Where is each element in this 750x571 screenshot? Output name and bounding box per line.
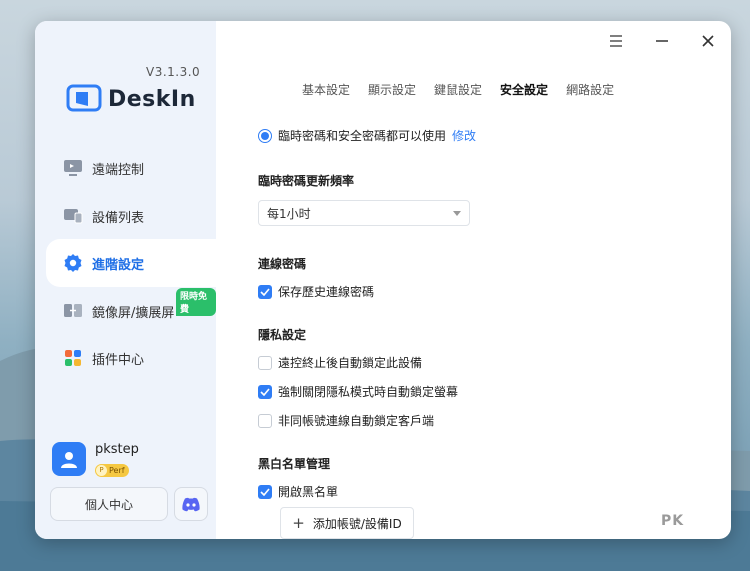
perf-badge-letter: P: [96, 464, 107, 476]
discord-button[interactable]: [174, 487, 208, 521]
lock-screen-on-privacy-off-option[interactable]: 強制關閉隱私模式時自動鎖定螢幕: [258, 383, 458, 400]
lock-device-after-remote-option[interactable]: 遠控終止後自動鎖定此設備: [258, 354, 422, 371]
app-name: DeskIn: [108, 86, 196, 112]
privacy-settings-title: 隱私設定: [258, 328, 307, 342]
username: pkstep: [95, 442, 139, 457]
perf-badge-label: Perf: [109, 465, 125, 475]
save-history-password-label: 保存歷史連線密碼: [278, 285, 375, 299]
save-history-password-option[interactable]: 保存歷史連線密碼: [258, 283, 374, 300]
sidebar-item-plugin-center[interactable]: 插件中心: [46, 334, 216, 382]
user-profile[interactable]: pkstep P Perf: [52, 442, 139, 477]
sidebar-item-remote-control[interactable]: 遠端控制: [46, 144, 216, 192]
privacy-option-label: 遠控終止後自動鎖定此設備: [278, 356, 423, 370]
remote-control-icon: [63, 158, 83, 178]
settings-tabs: 基本設定 顯示設定 鍵鼠設定 安全設定 網路設定: [302, 81, 632, 98]
menu-button[interactable]: [593, 29, 639, 53]
privacy-option-label: 強制關閉隱私模式時自動鎖定螢幕: [278, 385, 459, 399]
password-mode-radio[interactable]: [258, 128, 272, 143]
plugin-icon: [63, 348, 83, 368]
avatar[interactable]: [52, 442, 86, 477]
checkmark-icon: [260, 287, 270, 296]
password-mode-option[interactable]: 臨時密碼和安全密碼都可以使用 修改: [258, 127, 476, 144]
tab-security[interactable]: 安全設定: [500, 81, 548, 98]
enable-blacklist-option[interactable]: 開啟黑名單: [258, 483, 338, 500]
sidebar-item-device-list[interactable]: 設備列表: [46, 192, 216, 240]
chevron-down-icon: [453, 211, 461, 216]
privacy-option-label: 非同帳號連線自動鎖定客戶端: [278, 414, 435, 428]
tab-network[interactable]: 網路設定: [566, 81, 614, 98]
app-window: V3.1.3.0 DeskIn 遠端控制 設備列表 進階設定 鏡像屏/擴展屏 限…: [35, 21, 731, 539]
temp-password-refresh-value: 每1小时: [267, 206, 311, 221]
checkmark-icon: [260, 487, 270, 496]
menu-icon: [610, 35, 622, 47]
password-mode-label: 臨時密碼和安全密碼都可以使用: [278, 129, 447, 143]
temp-password-refresh-select[interactable]: 每1小时: [258, 200, 470, 226]
user-center-button[interactable]: 個人中心: [50, 487, 168, 521]
add-account-device-button[interactable]: + 添加帳號/設備ID: [280, 507, 414, 539]
tab-basic[interactable]: 基本設定: [302, 81, 350, 98]
plus-icon: +: [292, 514, 305, 532]
perf-badge: P Perf: [95, 463, 129, 477]
lock-client-other-account-checkbox[interactable]: [258, 413, 272, 428]
close-icon: [702, 35, 714, 47]
tab-keyboard-mouse[interactable]: 鍵鼠設定: [434, 81, 482, 98]
checkmark-icon: [260, 387, 270, 396]
save-history-password-checkbox[interactable]: [258, 284, 272, 299]
deskin-logo-icon: [66, 84, 102, 112]
screen-mirror-icon: [63, 301, 83, 321]
watermark: PK: [661, 513, 685, 529]
enable-blacklist-checkbox[interactable]: [258, 484, 272, 499]
free-promo-badge: 限時免費: [176, 288, 216, 316]
lock-device-after-remote-checkbox[interactable]: [258, 355, 272, 370]
device-list-icon: [63, 206, 83, 226]
app-version: V3.1.3.0: [146, 65, 201, 79]
connection-password-title: 連線密碼: [258, 257, 307, 271]
user-icon: [61, 452, 77, 469]
add-account-device-label: 添加帳號/設備ID: [312, 516, 402, 531]
enable-blacklist-label: 開啟黑名單: [278, 485, 339, 499]
sidebar-item-label: 鏡像屏/擴展屏: [92, 305, 175, 321]
lock-client-other-account-option[interactable]: 非同帳號連線自動鎖定客戶端: [258, 412, 434, 429]
sidebar-item-label: 插件中心: [92, 352, 145, 368]
sidebar-item-label: 進階設定: [92, 257, 145, 273]
discord-icon: [182, 497, 200, 511]
blacklist-management-title: 黑白名單管理: [258, 457, 331, 471]
lock-screen-on-privacy-off-checkbox[interactable]: [258, 384, 272, 399]
temp-password-refresh-title: 臨時密碼更新頻率: [258, 174, 355, 188]
edit-password-mode-link[interactable]: 修改: [452, 127, 476, 144]
window-controls: [593, 29, 731, 53]
minimize-button[interactable]: [639, 29, 685, 53]
tab-display[interactable]: 顯示設定: [368, 81, 416, 98]
sidebar-item-advanced-settings[interactable]: 進階設定: [46, 239, 216, 287]
brand: DeskIn: [66, 83, 196, 115]
sidebar: V3.1.3.0 DeskIn 遠端控制 設備列表 進階設定 鏡像屏/擴展屏 限…: [35, 21, 216, 539]
gear-icon: [63, 253, 83, 273]
sidebar-item-label: 遠端控制: [92, 162, 145, 178]
minimize-icon: [656, 40, 668, 42]
sidebar-item-label: 設備列表: [92, 210, 145, 226]
close-button[interactable]: [685, 29, 731, 53]
